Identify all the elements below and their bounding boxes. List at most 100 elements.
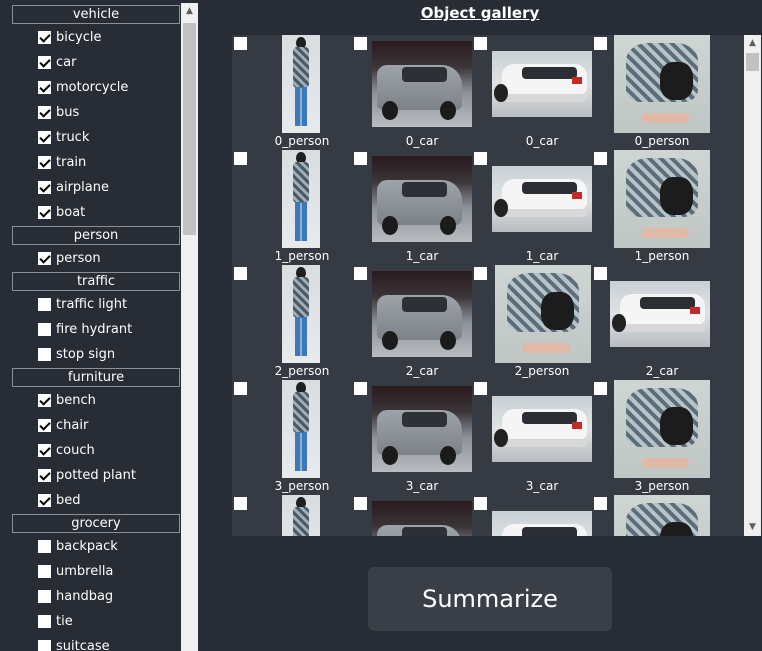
checkbox-icon[interactable] [38, 539, 51, 553]
checkbox-icon[interactable] [234, 267, 247, 280]
category-item-backpack[interactable]: backpack [38, 536, 118, 556]
checkbox-icon[interactable] [38, 30, 51, 44]
category-item-umbrella[interactable]: umbrella [38, 561, 113, 581]
category-item-label: potted plant [56, 467, 136, 483]
car-thumbnail-image[interactable] [372, 156, 472, 242]
checkbox-icon[interactable] [38, 468, 51, 482]
gallery-scroll-thumb[interactable] [746, 53, 759, 71]
category-item-motorcycle[interactable]: motorcycle [38, 77, 128, 97]
checkbox-icon[interactable] [234, 37, 247, 50]
category-item-bus[interactable]: bus [38, 102, 79, 122]
checkbox-icon[interactable] [38, 614, 51, 628]
checkbox-icon[interactable] [474, 267, 487, 280]
category-item-label: stop sign [56, 346, 116, 362]
car-thumbnail-image[interactable] [372, 271, 472, 357]
checkbox-icon[interactable] [38, 564, 51, 578]
gallery-scrollbar[interactable]: ▲ ▼ [744, 35, 761, 536]
checkbox-icon[interactable] [38, 322, 51, 336]
checkbox-icon[interactable] [38, 418, 51, 432]
category-item-train[interactable]: train [38, 152, 86, 172]
category-item-suitcase[interactable]: suitcase [38, 636, 110, 651]
category-item-stop-sign[interactable]: stop sign [38, 344, 115, 364]
checkbox-icon[interactable] [234, 497, 247, 510]
checkbox-icon[interactable] [38, 393, 51, 407]
checkbox-icon[interactable] [354, 152, 367, 165]
category-item-truck[interactable]: truck [38, 127, 89, 147]
checkbox-icon[interactable] [38, 55, 51, 69]
car-thumbnail-image[interactable] [492, 166, 592, 232]
checkbox-icon[interactable] [38, 205, 51, 219]
category-item-couch[interactable]: couch [38, 440, 95, 460]
car-thumbnail-image[interactable] [372, 501, 472, 536]
category-item-label: umbrella [56, 563, 114, 579]
checkbox-icon[interactable] [38, 493, 51, 507]
checkbox-icon[interactable] [38, 105, 51, 119]
car-thumbnail-image[interactable] [610, 281, 710, 347]
app-root: vehicle bicycle car motorcycle bus truck train… [0, 0, 762, 651]
car-thumbnail-image[interactable] [492, 511, 592, 536]
person-thumbnail-image[interactable] [614, 380, 710, 478]
checkbox-icon[interactable] [38, 155, 51, 169]
checkbox-icon[interactable] [38, 180, 51, 194]
category-item-fire-hydrant[interactable]: fire hydrant [38, 319, 132, 339]
checkbox-icon[interactable] [354, 267, 367, 280]
checkbox-icon[interactable] [354, 37, 367, 50]
gallery-item-caption: 1_car [405, 249, 439, 263]
person-thumbnail-image[interactable] [282, 265, 320, 363]
checkbox-icon[interactable] [38, 443, 51, 457]
person-thumbnail-image[interactable] [282, 380, 320, 478]
checkbox-icon[interactable] [474, 152, 487, 165]
checkbox-icon[interactable] [474, 37, 487, 50]
category-item-airplane[interactable]: airplane [38, 177, 109, 197]
category-item-handbag[interactable]: handbag [38, 586, 113, 606]
checkbox-icon[interactable] [594, 152, 607, 165]
checkbox-icon[interactable] [38, 589, 51, 603]
checkbox-icon[interactable] [354, 497, 367, 510]
checkbox-icon[interactable] [354, 382, 367, 395]
checkbox-icon[interactable] [594, 382, 607, 395]
person-thumbnail-image[interactable] [614, 150, 710, 248]
sidebar-scrollbar[interactable]: ▲ [181, 3, 198, 651]
person-thumbnail-image[interactable] [614, 35, 710, 133]
checkbox-icon[interactable] [38, 347, 51, 361]
checkbox-icon[interactable] [38, 639, 51, 651]
checkbox-icon[interactable] [38, 130, 51, 144]
person-thumbnail-image[interactable] [282, 35, 320, 133]
sidebar-scroll-thumb[interactable] [183, 23, 196, 235]
person-thumbnail-image[interactable] [495, 265, 591, 363]
checkbox-icon[interactable] [38, 297, 51, 311]
category-item-bed[interactable]: bed [38, 490, 81, 510]
category-item-tie[interactable]: tie [38, 611, 73, 631]
checkbox-icon[interactable] [594, 267, 607, 280]
checkbox-icon[interactable] [474, 497, 487, 510]
category-item-boat[interactable]: boat [38, 202, 85, 222]
checkbox-icon[interactable] [234, 382, 247, 395]
person-thumbnail-image[interactable] [282, 495, 320, 536]
person-thumbnail-image[interactable] [282, 150, 320, 248]
person-thumbnail-image[interactable] [614, 495, 710, 536]
checkbox-icon[interactable] [474, 382, 487, 395]
category-item-car[interactable]: car [38, 52, 76, 72]
car-thumbnail-image[interactable] [372, 386, 472, 472]
summarize-button[interactable]: Summarize [368, 567, 612, 631]
checkbox-icon[interactable] [38, 251, 51, 265]
car-thumbnail-image[interactable] [372, 41, 472, 127]
car-thumbnail-image[interactable] [492, 51, 592, 117]
checkbox-icon[interactable] [234, 152, 247, 165]
category-header-furniture: furniture [12, 368, 180, 387]
category-item-potted-plant[interactable]: potted plant [38, 465, 136, 485]
gallery-item-caption: 0_car [525, 134, 559, 148]
checkbox-icon[interactable] [38, 80, 51, 94]
category-item-chair[interactable]: chair [38, 415, 88, 435]
category-item-bench[interactable]: bench [38, 390, 96, 410]
category-item-traffic-light[interactable]: traffic light [38, 294, 127, 314]
checkbox-icon[interactable] [594, 497, 607, 510]
gallery-item-caption: 0_person [634, 134, 690, 148]
car-thumbnail-image[interactable] [492, 396, 592, 462]
scroll-up-arrow-icon[interactable]: ▲ [181, 3, 198, 20]
scroll-up-arrow-icon[interactable]: ▲ [744, 35, 761, 52]
category-item-person[interactable]: person [38, 248, 101, 268]
checkbox-icon[interactable] [594, 37, 607, 50]
category-item-bicycle[interactable]: bicycle [38, 27, 101, 47]
scroll-down-arrow-icon[interactable]: ▼ [744, 519, 761, 536]
